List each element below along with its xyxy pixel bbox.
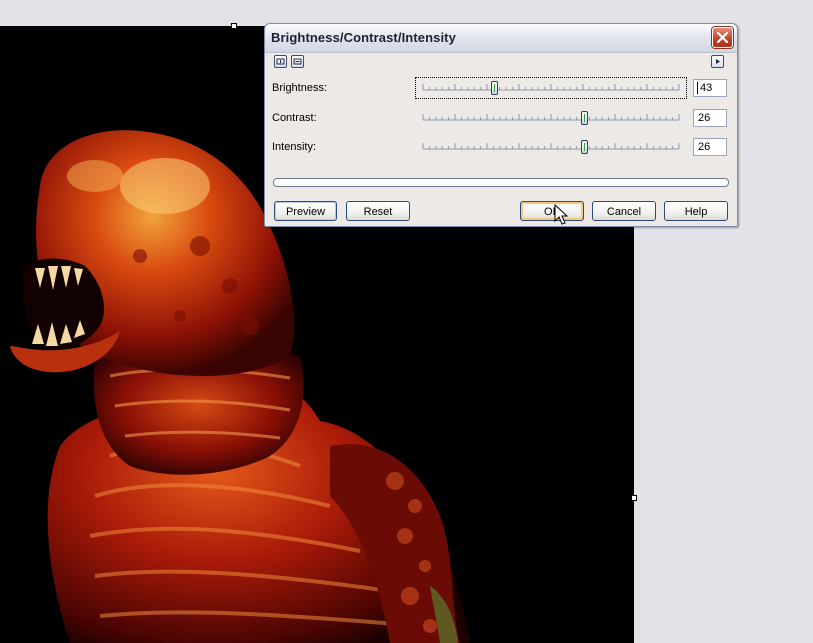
brightness-value: 43 [700, 82, 713, 94]
intensity-value-field[interactable]: 26 [693, 138, 727, 156]
contrast-slider-thumb-icon[interactable] [580, 111, 588, 125]
intensity-slider-thumb-icon[interactable] [580, 140, 588, 154]
preview-button[interactable]: Preview [274, 201, 337, 221]
expand-icon [276, 58, 285, 65]
contrast-label: Contrast: [272, 112, 317, 124]
brightness-slider-thumb-icon[interactable] [491, 81, 499, 95]
brightness-thumb-grip [494, 84, 496, 92]
contrast-slider-track [422, 114, 680, 121]
collapse-icon [293, 58, 302, 65]
brightness-label: Brightness: [272, 82, 328, 94]
intensity-slider-track [422, 143, 680, 150]
collapse-button[interactable] [291, 55, 304, 68]
intensity-thumb-grip [583, 143, 585, 151]
cancel-button[interactable]: Cancel [592, 201, 656, 221]
arrow-right-icon [716, 59, 720, 64]
intensity-label: Intensity: [272, 141, 317, 153]
brightness-slider-track [422, 84, 680, 91]
contrast-slider[interactable] [417, 109, 685, 127]
help-button[interactable]: Help [664, 201, 728, 221]
contrast-thumb-grip [583, 114, 585, 122]
selection-handle-right[interactable] [631, 495, 637, 501]
brightness-contrast-dialog: Brightness/Contrast/Intensity Brightness… [264, 23, 738, 227]
close-icon [717, 32, 728, 43]
brightness-value-field[interactable]: 43 [693, 79, 727, 97]
dialog-titlebar[interactable]: Brightness/Contrast/Intensity [265, 24, 737, 53]
expand-button[interactable] [274, 55, 287, 68]
contrast-value: 26 [698, 112, 711, 124]
intensity-value: 26 [698, 141, 711, 153]
options-menu-button[interactable] [711, 55, 724, 68]
progress-bar [273, 178, 729, 187]
dialog-title: Brightness/Contrast/Intensity [271, 30, 456, 45]
close-button[interactable] [712, 27, 733, 48]
reset-button[interactable]: Reset [346, 201, 410, 221]
mouse-pointer-icon [554, 204, 568, 225]
intensity-slider[interactable] [417, 138, 685, 156]
selection-handle-top[interactable] [231, 23, 237, 29]
ok-button[interactable]: OK [520, 201, 584, 221]
contrast-value-field[interactable]: 26 [693, 109, 727, 127]
brightness-slider[interactable] [415, 77, 687, 99]
